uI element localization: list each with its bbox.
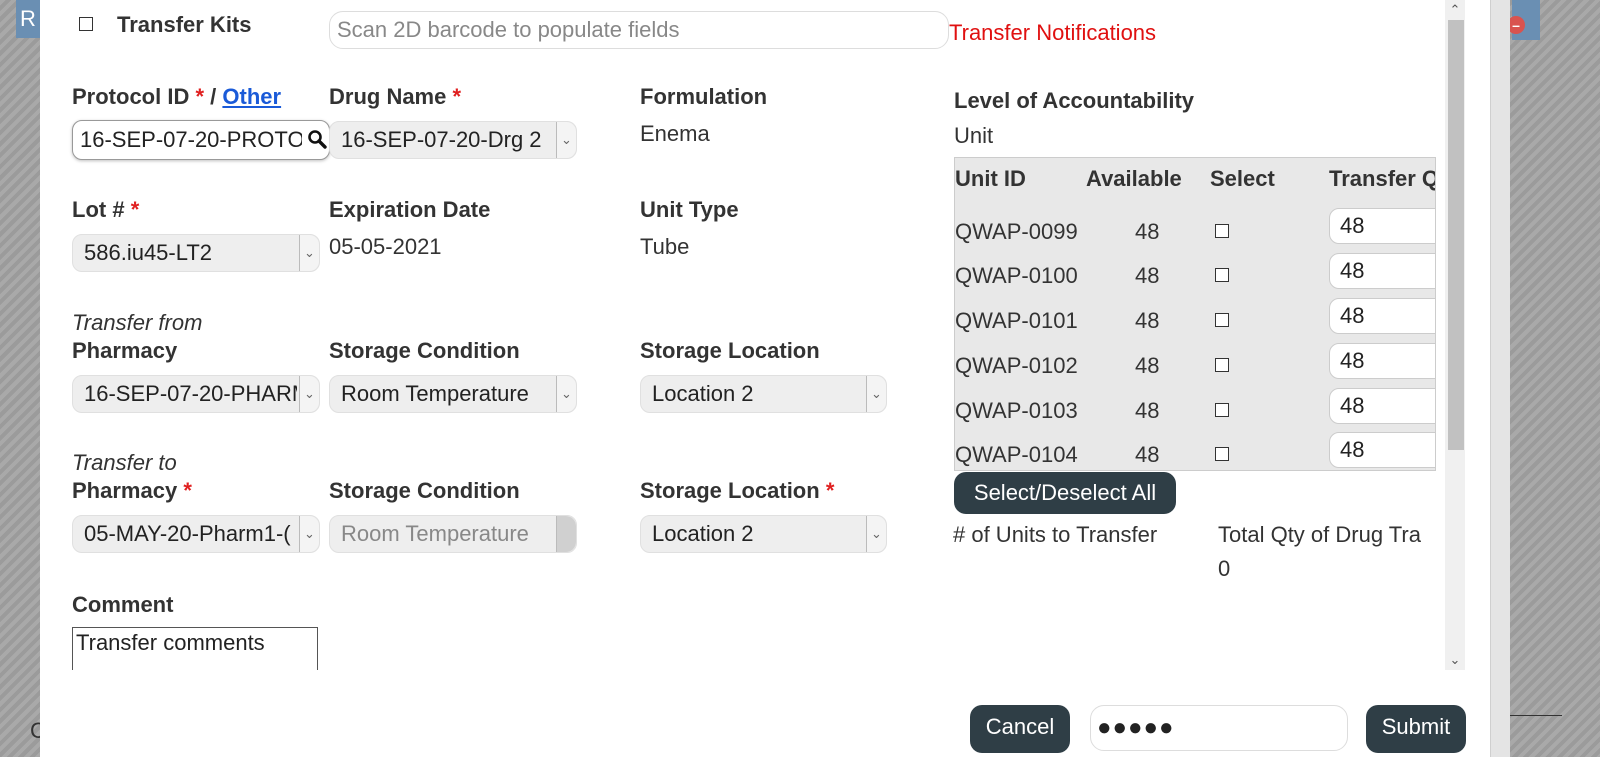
unit-select-checkbox[interactable] [1215,313,1229,327]
transfer-kits-label: Transfer Kits [117,12,252,37]
search-icon[interactable] [307,121,327,159]
comment-label: Comment [72,592,174,617]
to-storage-location-select[interactable]: Location 2 ⌄ [640,515,887,553]
unit-id-cell: QWAP-0100 [955,263,1078,288]
select-deselect-all-button[interactable]: Select/Deselect All [954,472,1176,514]
scroll-down-icon[interactable]: ⌄ [1445,650,1465,670]
to-storage-condition-select: Room Temperature ⌄ [329,515,577,553]
available-cell: 48 [1135,353,1160,378]
chevron-down-icon: ⌄ [866,516,886,552]
formulation-label: Formulation [640,84,768,109]
accountability-value: Unit [954,123,994,148]
chevron-down-icon: ⌄ [556,376,576,412]
unit-select-checkbox[interactable] [1215,268,1229,282]
cancel-button[interactable]: Cancel [970,705,1070,753]
unit-type-value: Tube [640,234,690,259]
dialog-scrollbar[interactable]: ⌃ ⌄ [1445,0,1465,670]
select-header: Select [1210,166,1275,191]
total-qty-label: Total Qty of Drug Tra [1218,522,1421,547]
available-cell: 48 [1135,398,1160,423]
protocol-id-input[interactable]: 16-SEP-07-20-PROTOCOL [72,120,330,160]
to-pharmacy-label: Pharmacy * [72,478,192,503]
from-storage-location-select[interactable]: Location 2 ⌄ [640,375,887,413]
unit-select-checkbox[interactable] [1215,447,1229,461]
from-pharmacy-select[interactable]: 16-SEP-07-20-PHARMACY ⌄ [72,375,320,413]
total-qty-value: 0 [1218,556,1231,581]
to-storage-location-label: Storage Location * [640,478,835,503]
unit-id-cell: QWAP-0099 [955,219,1078,244]
page-scrollbar[interactable] [1490,0,1510,757]
chevron-down-icon: ⌄ [866,376,886,412]
background-divider [1510,715,1562,716]
from-storage-condition-select[interactable]: Room Temperature ⌄ [329,375,577,413]
chevron-down-icon: ⌄ [556,516,576,552]
transfer-qty-input[interactable]: 48 [1329,388,1435,424]
from-storage-location-label: Storage Location [640,338,820,363]
available-cell: 48 [1135,219,1160,244]
scrollbar-thumb[interactable] [1448,20,1464,450]
unit-select-checkbox[interactable] [1215,358,1229,372]
transfer-qty-input[interactable]: 48 [1329,432,1435,468]
chevron-down-icon: ⌄ [299,235,319,271]
to-storage-condition-label: Storage Condition [329,478,520,503]
to-pharmacy-select[interactable]: 05-MAY-20-Pharm1-( ⌄ [72,515,320,553]
expiration-date-value: 05-05-2021 [329,234,442,259]
transfer-to-caption: Transfer to [72,450,177,475]
units-table: Unit ID Available Select Transfer Q QWAP… [954,157,1436,471]
lot-label: Lot # * [72,197,140,222]
other-protocol-link[interactable]: Other [222,84,281,109]
available-cell: 48 [1135,263,1160,288]
comment-textarea[interactable]: Transfer comments [72,627,318,670]
from-pharmacy-label: Pharmacy [72,338,178,363]
unit-id-cell: QWAP-0104 [955,442,1078,467]
from-storage-condition-label: Storage Condition [329,338,520,363]
chevron-down-icon: ⌄ [556,122,576,158]
background-button: R [16,0,40,38]
transfer-qty-input[interactable]: 48 [1329,343,1435,379]
unit-type-label: Unit Type [640,197,739,222]
transfer-qty-header: Transfer Q [1329,166,1436,191]
unit-id-cell: QWAP-0103 [955,398,1078,423]
submit-button[interactable]: Submit [1366,705,1466,753]
barcode-search-input[interactable]: Scan 2D barcode to populate fields [329,11,949,49]
unit-select-checkbox[interactable] [1215,224,1229,238]
accountability-label: Level of Accountability [954,88,1195,113]
units-to-transfer-label: # of Units to Transfer [953,522,1158,547]
protocol-id-label: Protocol ID * / Other [72,84,282,109]
transfer-qty-input[interactable]: 48 [1329,208,1435,244]
drug-name-select[interactable]: 16-SEP-07-20-Drg 2 ⌄ [329,121,577,159]
chevron-down-icon: ⌄ [299,376,319,412]
available-cell: 48 [1135,308,1160,333]
transfer-dialog: Transfer Kits Scan 2D barcode to populat… [40,0,1490,757]
transfer-qty-input[interactable]: 48 [1329,253,1435,289]
transfer-notifications-link[interactable]: Transfer Notifications [949,20,1156,46]
transfer-kits-checkbox[interactable] [79,17,93,31]
transfer-from-caption: Transfer from [72,310,203,335]
password-input[interactable]: ●●●●● [1090,705,1348,751]
unit-id-header: Unit ID [955,166,1026,191]
drug-name-label: Drug Name * [329,84,462,109]
unit-select-checkbox[interactable] [1215,403,1229,417]
unit-id-cell: QWAP-0102 [955,353,1078,378]
available-header: Available [1086,166,1182,191]
scroll-up-icon[interactable]: ⌃ [1445,0,1465,20]
expiration-date-label: Expiration Date [329,197,491,222]
transfer-qty-input[interactable]: 48 [1329,298,1435,334]
available-cell: 48 [1135,442,1160,467]
formulation-value: Enema [640,121,710,146]
chevron-down-icon: ⌄ [299,516,319,552]
lot-select[interactable]: 586.iu45-LT2 ⌄ [72,234,320,272]
dialog-scroll-area: Transfer Kits Scan 2D barcode to populat… [40,0,1465,670]
unit-id-cell: QWAP-0101 [955,308,1078,333]
